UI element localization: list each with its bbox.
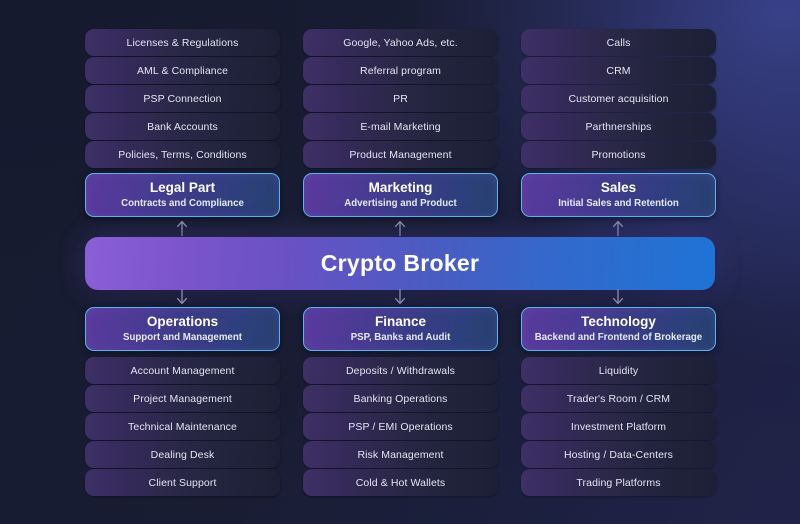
department-card-sales[interactable]: Sales Initial Sales and Retention — [521, 173, 716, 217]
list-item[interactable]: Deposits / Withdrawals — [303, 357, 498, 384]
list-item[interactable]: Trading Platforms — [521, 469, 716, 496]
arrow-up-legal-icon — [174, 219, 190, 237]
department-title: Finance — [374, 314, 426, 329]
department-card-marketing[interactable]: Marketing Advertising and Product — [303, 173, 498, 217]
org-structure-diagram: Licenses & Regulations AML & Compliance … — [0, 0, 800, 524]
list-item[interactable]: PSP Connection — [85, 85, 280, 112]
department-subtitle: Support and Management — [123, 332, 242, 343]
list-item[interactable]: Product Management — [303, 141, 498, 168]
list-item[interactable]: Liquidity — [521, 357, 716, 384]
list-item[interactable]: Cold & Hot Wallets — [303, 469, 498, 496]
list-item[interactable]: CRM — [521, 57, 716, 84]
list-item[interactable]: Trader's Room / CRM — [521, 385, 716, 412]
list-item[interactable]: Technical Maintenance — [85, 413, 280, 440]
list-item[interactable]: Dealing Desk — [85, 441, 280, 468]
list-item[interactable]: Client Support — [85, 469, 280, 496]
department-subtitle: Advertising and Product — [344, 198, 457, 209]
department-title: Marketing — [368, 180, 433, 195]
list-item[interactable]: Investment Platform — [521, 413, 716, 440]
arrow-down-finance-icon — [392, 288, 408, 306]
list-item[interactable]: PSP / EMI Operations — [303, 413, 498, 440]
page-title: Crypto Broker — [320, 250, 480, 276]
list-item[interactable]: Bank Accounts — [85, 113, 280, 140]
list-item[interactable]: Banking Operations — [303, 385, 498, 412]
department-title: Legal Part — [149, 180, 216, 195]
department-subtitle: Initial Sales and Retention — [558, 198, 679, 209]
department-card-operations[interactable]: Operations Support and Management — [85, 307, 280, 351]
department-card-legal[interactable]: Legal Part Contracts and Compliance — [85, 173, 280, 217]
list-item[interactable]: Policies, Terms, Conditions — [85, 141, 280, 168]
list-item[interactable]: Licenses & Regulations — [85, 29, 280, 56]
department-card-technology[interactable]: Technology Backend and Frontend of Broke… — [521, 307, 716, 351]
arrow-down-operations-icon — [174, 288, 190, 306]
list-item[interactable]: Customer acquisition — [521, 85, 716, 112]
list-item[interactable]: Hosting / Data-Centers — [521, 441, 716, 468]
department-subtitle: Contracts and Compliance — [121, 198, 244, 209]
arrow-down-technology-icon — [610, 288, 626, 306]
arrow-up-marketing-icon — [392, 219, 408, 237]
list-item[interactable]: Account Management — [85, 357, 280, 384]
list-item[interactable]: Project Management — [85, 385, 280, 412]
list-item[interactable]: Promotions — [521, 141, 716, 168]
crypto-broker-banner[interactable]: Crypto Broker — [85, 237, 715, 290]
list-item[interactable]: Calls — [521, 29, 716, 56]
arrow-up-sales-icon — [610, 219, 626, 237]
department-subtitle: PSP, Banks and Audit — [350, 332, 451, 343]
department-title: Operations — [146, 314, 219, 329]
list-item[interactable]: Parthnerships — [521, 113, 716, 140]
department-title: Technology — [581, 314, 656, 329]
department-card-finance[interactable]: Finance PSP, Banks and Audit — [303, 307, 498, 351]
list-item[interactable]: AML & Compliance — [85, 57, 280, 84]
department-subtitle: Backend and Frontend of Brokerage — [534, 332, 703, 343]
list-item[interactable]: Google, Yahoo Ads, etc. — [303, 29, 498, 56]
list-item[interactable]: E-mail Marketing — [303, 113, 498, 140]
list-item[interactable]: Referral program — [303, 57, 498, 84]
department-title: Sales — [600, 180, 637, 195]
list-item[interactable]: Risk Management — [303, 441, 498, 468]
list-item[interactable]: PR — [303, 85, 498, 112]
